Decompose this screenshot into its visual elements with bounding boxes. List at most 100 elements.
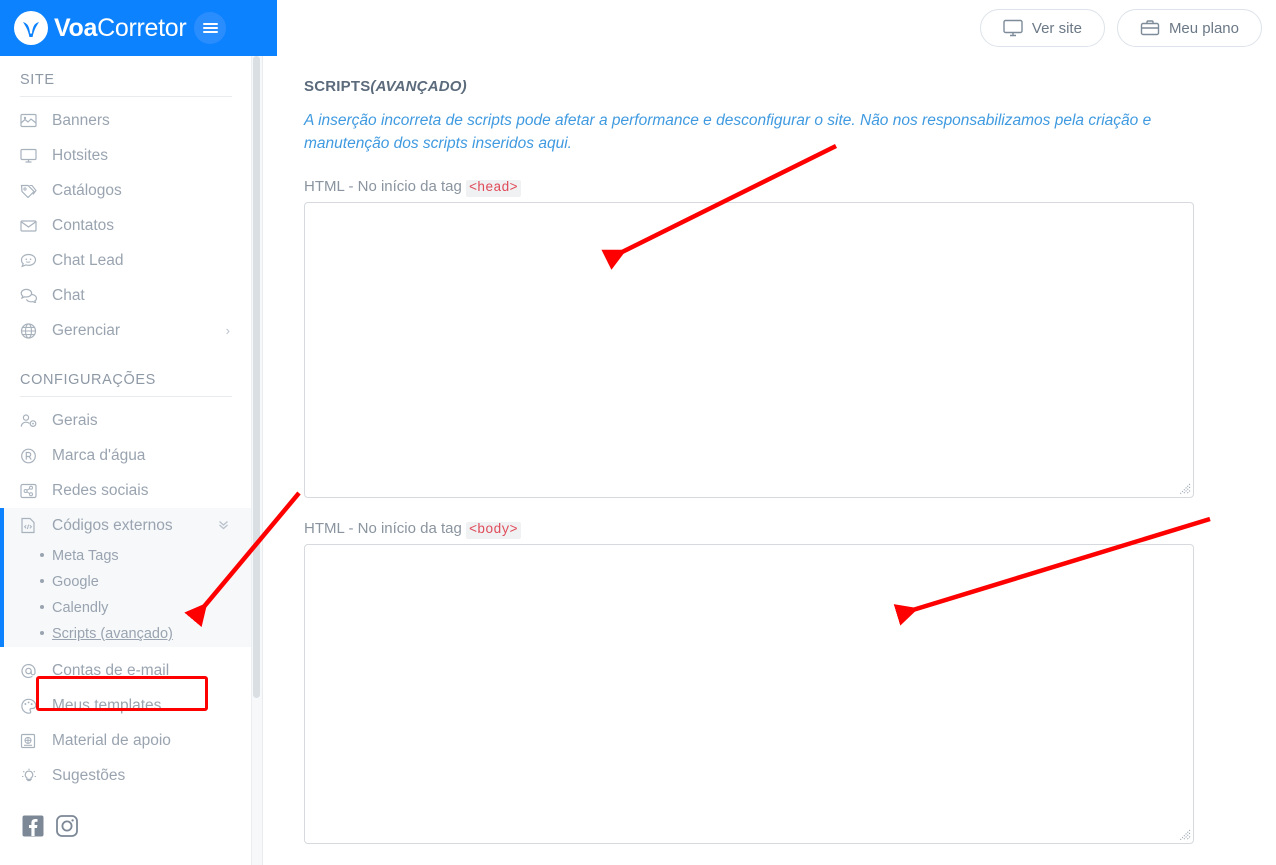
body-tag-code: <body> [466, 521, 521, 539]
html-body-textarea[interactable] [304, 543, 1194, 844]
chevron-right-icon: › [225, 323, 230, 338]
sidebar-item-marca-dagua[interactable]: Marca d'água [0, 438, 252, 473]
field-html-head: HTML - No início da tag <head> [304, 178, 1276, 498]
bullet-icon [40, 605, 44, 609]
sidebar-item-redes-sociais[interactable]: Redes sociais [0, 473, 252, 508]
divider [20, 396, 232, 397]
sidebar-subitem-label: Google [52, 574, 99, 590]
user-gear-icon [20, 413, 42, 429]
sidebar-item-gerais[interactable]: Gerais [0, 403, 252, 438]
sidebar-subitem-label: Calendly [52, 600, 109, 616]
sidebar-subitem-meta-tags[interactable]: Meta Tags [4, 543, 252, 569]
chevron-double-down-icon [217, 518, 230, 534]
field-label-head-text: HTML - No início da tag [304, 177, 467, 195]
page-title-italic: (AVANÇADO) [370, 78, 467, 95]
sidebar-item-gerenciar[interactable]: Gerenciar › [0, 313, 252, 348]
sidebar-item-label: Material de apoio [52, 731, 171, 749]
sidebar-subitem-calendly[interactable]: Calendly [4, 595, 252, 621]
social-links [0, 793, 252, 842]
brand-light: Corretor [97, 13, 187, 42]
sidebar-item-contas-de-email[interactable]: Contas de e-mail [0, 653, 252, 688]
page-title-bold: SCRIPTS [304, 78, 371, 95]
sidebar-subitem-label: Meta Tags [52, 548, 119, 564]
brand-bold: Voa [54, 13, 98, 42]
sidebar-scrollbar-thumb[interactable] [253, 56, 260, 698]
sidebar-item-label: Meus templates [52, 696, 162, 714]
instagram-icon[interactable] [56, 815, 78, 842]
sidebar-item-label: Redes sociais [52, 481, 149, 499]
sidebar-scroll-content: SITE Banners Hotsites Catálogos Contatos [0, 56, 252, 862]
sidebar-item-meus-templates[interactable]: Meus templates [0, 688, 252, 723]
registered-icon [20, 448, 42, 464]
tag-icon [20, 183, 42, 198]
sidebar-item-label: Contatos [52, 216, 115, 234]
sidebar-item-label: Códigos externos [52, 516, 173, 534]
textarea-wrap-body [304, 543, 1194, 844]
sidebar-item-contatos[interactable]: Contatos [0, 208, 252, 243]
view-site-label: Ver site [1031, 19, 1082, 37]
sidebar-subitem-scripts-avancado[interactable]: Scripts (avançado) [4, 621, 252, 647]
at-icon [20, 663, 42, 679]
lightbulb-icon [20, 768, 42, 784]
sidebar-item-sugestoes[interactable]: Sugestões [0, 758, 252, 793]
field-label-body: HTML - No início da tag <body> [304, 519, 1276, 539]
facebook-icon[interactable] [22, 815, 44, 842]
sidebar-item-catalogos[interactable]: Catálogos [0, 173, 252, 208]
my-plan-button[interactable]: Meu plano [1116, 9, 1262, 47]
sidebar-item-banners[interactable]: Banners [0, 103, 252, 138]
sidebar-item-label: Catálogos [52, 181, 122, 199]
monitor-icon [1003, 19, 1023, 37]
globe-icon [20, 322, 42, 339]
image-icon [20, 113, 42, 128]
sidebar-item-codigos-externos[interactable]: Códigos externos [4, 508, 252, 543]
sidebar-scrollbar-track[interactable] [251, 56, 262, 865]
sidebar-item-label: Gerenciar [52, 321, 121, 339]
envelope-icon [20, 219, 42, 233]
palette-icon [20, 698, 42, 714]
chat-bubbles-icon [20, 288, 42, 303]
main-content: SCRIPTS(AVANÇADO) A inserção incorreta d… [264, 56, 1276, 865]
sidebar-section-configuracoes: CONFIGURAÇÕES [20, 372, 156, 388]
sidebar-item-label: Sugestões [52, 766, 126, 784]
hamburger-icon[interactable] [194, 12, 227, 44]
sidebar-item-label: Chat [52, 286, 85, 304]
sidebar-item-label: Chat Lead [52, 251, 124, 269]
sidebar-subitem-label: Scripts (avançado) [52, 626, 173, 642]
bullet-icon [40, 631, 44, 635]
sidebar-item-label: Banners [52, 111, 110, 129]
briefcase-icon [1140, 19, 1160, 37]
sidebar-item-label: Contas de e-mail [52, 661, 170, 679]
sidebar-item-chat[interactable]: Chat [0, 278, 252, 313]
sidebar-section-site: SITE [20, 72, 55, 88]
brand-bar: VoaCorretor [0, 0, 277, 56]
chat-smiley-icon [20, 253, 42, 268]
my-plan-label: Meu plano [1168, 19, 1239, 37]
view-site-button[interactable]: Ver site [979, 9, 1105, 47]
top-bar: VoaCorretor Ver site Meu plano [0, 0, 1276, 56]
brand-title: VoaCorretor [54, 13, 187, 43]
sidebar-group-codigos-externos: Códigos externos Meta Tags Google Calend… [0, 508, 252, 647]
sidebar-item-label: Marca d'água [52, 446, 146, 464]
sidebar-item-hotsites[interactable]: Hotsites [0, 138, 252, 173]
html-head-textarea[interactable] [304, 201, 1194, 498]
sidebar-subitem-google[interactable]: Google [4, 569, 252, 595]
monitor-icon [20, 148, 42, 163]
page-title: SCRIPTS(AVANÇADO) [304, 78, 1276, 95]
code-file-icon [20, 517, 42, 534]
sidebar-item-material-de-apoio[interactable]: Material de apoio [0, 723, 252, 758]
head-tag-code: <head> [466, 179, 521, 197]
voacorretor-logo [14, 11, 48, 45]
textarea-wrap-head [304, 201, 1194, 498]
sidebar-item-label: Gerais [52, 411, 98, 429]
bullet-icon [40, 579, 44, 583]
share-icon [20, 483, 42, 499]
book-icon [20, 733, 42, 749]
field-label-body-text: HTML - No início da tag [304, 519, 467, 537]
sidebar-item-label: Hotsites [52, 146, 108, 164]
field-html-body: HTML - No início da tag <body> [304, 520, 1276, 844]
divider [20, 96, 232, 97]
top-actions: Ver site Meu plano [979, 9, 1262, 47]
warning-note: A inserção incorreta de scripts pode afe… [304, 112, 1152, 153]
sidebar: SITE Banners Hotsites Catálogos Contatos [0, 56, 263, 865]
sidebar-item-chat-lead[interactable]: Chat Lead [0, 243, 252, 278]
